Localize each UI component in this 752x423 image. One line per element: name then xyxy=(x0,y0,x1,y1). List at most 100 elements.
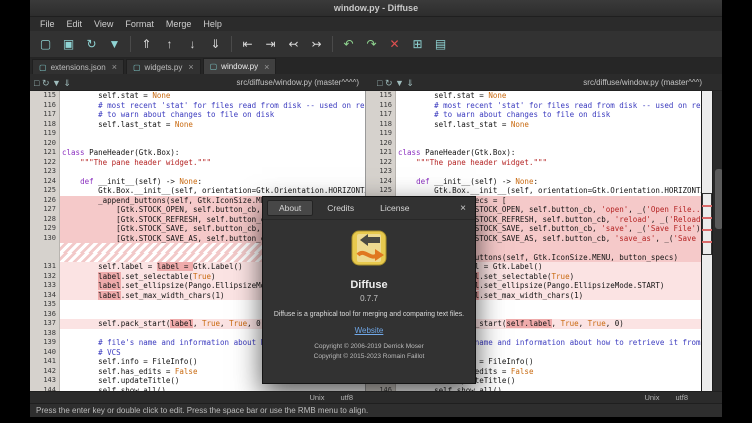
dialog-close-icon[interactable]: × xyxy=(455,203,471,214)
open-file-button[interactable]: ▣ xyxy=(58,34,79,55)
code-line[interactable]: 121class PaneHeader(Gtk.Box): xyxy=(366,148,701,158)
merge-from-right-button[interactable]: ↣ xyxy=(306,34,327,55)
pane-footers: Unix utf8 Unix utf8 xyxy=(30,391,722,403)
code-line[interactable]: 121class PaneHeader(Gtk.Box): xyxy=(30,148,365,158)
dialog-tab-credits[interactable]: Credits xyxy=(315,200,366,216)
tab-extensions-json[interactable]: ▢extensions.json× xyxy=(32,59,124,74)
tab-window-py[interactable]: ▢window.py× xyxy=(203,58,277,74)
line-number: 146 xyxy=(366,386,396,392)
previous-difference-button[interactable]: ↑ xyxy=(159,34,180,55)
dialog-tab-about[interactable]: About xyxy=(267,200,313,216)
last-difference-button[interactable]: ⇓ xyxy=(205,34,226,55)
copy-selection-right-button[interactable]: ⇥ xyxy=(260,34,281,55)
scrollbar-handle[interactable] xyxy=(715,169,722,229)
undo-button[interactable]: ↶ xyxy=(338,34,359,55)
website-link[interactable]: Website xyxy=(355,326,384,335)
code-line[interactable]: 124 def __init__(self) -> None: xyxy=(30,177,365,187)
code-line[interactable]: 116 # most recent 'stat' for files read … xyxy=(30,101,365,111)
new-file-button[interactable]: ▢ xyxy=(35,34,56,55)
menu-merge[interactable]: Merge xyxy=(160,19,198,29)
menu-help[interactable]: Help xyxy=(197,19,228,29)
line-number: 134 xyxy=(30,291,60,301)
code-line[interactable]: 116 # most recent 'stat' for files read … xyxy=(366,101,701,111)
line-number: 144 xyxy=(30,386,60,392)
line-number: 123 xyxy=(30,167,60,177)
code-line[interactable]: 124 def __init__(self) -> None: xyxy=(366,177,701,187)
save-file-icon[interactable]: ▼ xyxy=(52,78,63,88)
right-pane-file-title: src/diffuse/window.py (master^^^) xyxy=(583,78,712,87)
reload-file-icon[interactable]: ↻ xyxy=(42,78,52,88)
code-text: self.last_stat = None xyxy=(396,120,701,130)
line-number: 117 xyxy=(30,110,60,120)
menu-file[interactable]: File xyxy=(34,19,61,29)
save-file-button[interactable]: ▼ xyxy=(104,34,125,55)
save-file-as-icon[interactable]: ⇓ xyxy=(406,78,414,88)
reload-file-button[interactable]: ↻ xyxy=(81,34,102,55)
line-number: 122 xyxy=(30,158,60,168)
map-viewport xyxy=(702,193,712,255)
redo-button[interactable]: ↷ xyxy=(361,34,382,55)
code-text: def __init__(self) -> None: xyxy=(396,177,701,187)
save-file-as-icon[interactable]: ⇓ xyxy=(63,78,71,88)
code-line[interactable]: 125 Gtk.Box.__init__(self, orientation=G… xyxy=(30,186,365,196)
code-line[interactable]: 115 self.stat = None xyxy=(30,91,365,101)
first-difference-button[interactable]: ⇑ xyxy=(136,34,157,55)
diffuse-logo-icon xyxy=(349,228,389,273)
close-tab-icon[interactable]: × xyxy=(262,62,269,72)
line-number: 115 xyxy=(30,91,60,101)
code-line[interactable]: 118 self.last_stat = None xyxy=(366,120,701,130)
line-number: 121 xyxy=(366,148,396,158)
code-line[interactable]: 122 """The pane header widget.""" xyxy=(366,158,701,168)
code-line[interactable]: 119 xyxy=(30,129,365,139)
code-text: self.show_all() xyxy=(60,386,365,392)
tab-widgets-py[interactable]: ▢widgets.py× xyxy=(126,59,201,74)
document-tab-bar: ▢extensions.json×▢widgets.py×▢window.py× xyxy=(30,58,722,74)
line-number: 139 xyxy=(30,338,60,348)
clear-edits-button[interactable]: ✕ xyxy=(384,34,405,55)
code-line[interactable]: 118 self.last_stat = None xyxy=(30,120,365,130)
about-dialog: AboutCreditsLicense× Diffuse 0.7.7 Diffu… xyxy=(262,196,476,384)
copy-button[interactable]: ⊞ xyxy=(407,34,428,55)
line-number: 135 xyxy=(30,300,60,310)
line-number: 138 xyxy=(30,329,60,339)
code-line[interactable]: 122 """The pane header widget.""" xyxy=(30,158,365,168)
line-number: 131 xyxy=(30,262,60,272)
next-difference-button[interactable]: ↓ xyxy=(182,34,203,55)
line-number: 127 xyxy=(30,205,60,215)
save-file-icon[interactable]: ▼ xyxy=(395,78,406,88)
menu-edit[interactable]: Edit xyxy=(61,19,89,29)
dialog-tab-license[interactable]: License xyxy=(368,200,421,216)
title-bar[interactable]: window.py - Diffuse xyxy=(30,0,722,17)
diff-overview-map[interactable] xyxy=(701,91,712,391)
code-line[interactable]: 146 self.show_all() xyxy=(366,386,701,392)
code-line[interactable]: 120 xyxy=(30,139,365,149)
open-file-icon[interactable]: □ xyxy=(377,78,385,88)
about-dialog-tabs: AboutCreditsLicense × xyxy=(263,197,475,220)
code-line[interactable]: 115 self.stat = None xyxy=(366,91,701,101)
code-line[interactable]: 125 Gtk.Box.__init__(self, orientation=G… xyxy=(366,186,701,196)
code-line[interactable]: 123 xyxy=(30,167,365,177)
copy-selection-left-button[interactable]: ⇤ xyxy=(237,34,258,55)
code-text: self.last_stat = None xyxy=(60,120,365,130)
code-line[interactable]: 123 xyxy=(366,167,701,177)
code-line[interactable]: 119 xyxy=(366,129,701,139)
code-text: class PaneHeader(Gtk.Box): xyxy=(60,148,365,158)
open-file-icon[interactable]: □ xyxy=(34,78,42,88)
paste-button[interactable]: ▤ xyxy=(430,34,451,55)
vertical-scrollbar[interactable] xyxy=(712,91,722,391)
merge-from-left-button[interactable]: ↢ xyxy=(283,34,304,55)
line-number: 125 xyxy=(366,186,396,196)
code-line[interactable]: 117 # to warn about changes to file on d… xyxy=(30,110,365,120)
close-tab-icon[interactable]: × xyxy=(186,62,193,72)
code-line[interactable]: 120 xyxy=(366,139,701,149)
code-text: def __init__(self) -> None: xyxy=(60,177,365,187)
code-line[interactable]: 117 # to warn about changes to file on d… xyxy=(366,110,701,120)
close-tab-icon[interactable]: × xyxy=(110,62,117,72)
reload-file-icon[interactable]: ↻ xyxy=(385,78,395,88)
menu-view[interactable]: View xyxy=(88,19,119,29)
code-line[interactable]: 144 self.show_all() xyxy=(30,386,365,392)
diff-mark xyxy=(702,229,712,231)
line-number: 116 xyxy=(30,101,60,111)
code-text: Gtk.Box.__init__(self, orientation=Gtk.O… xyxy=(396,186,701,196)
menu-format[interactable]: Format xyxy=(119,19,160,29)
